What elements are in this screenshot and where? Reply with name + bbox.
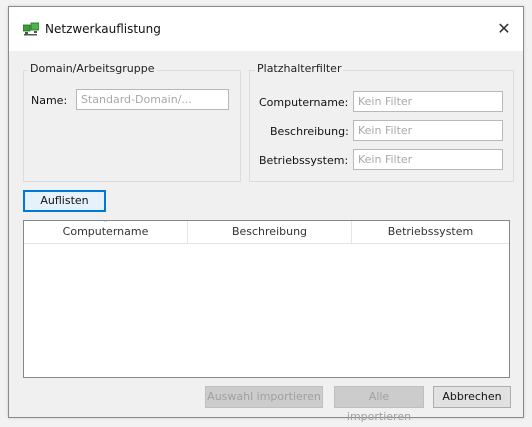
description-filter-input[interactable] [353, 120, 503, 141]
wildcard-filter-group-title: Platzhalterfilter [255, 62, 344, 75]
sort-indicator-icon: ⌃ [102, 219, 109, 227]
computername-label: Computername: [259, 96, 349, 109]
os-label: Betriebssystem: [259, 154, 349, 167]
column-header-computername[interactable]: ⌃ Computername [24, 219, 188, 243]
import-all-button[interactable]: Alle importieren [334, 386, 424, 423]
network-enumeration-dialog: Netzwerkauflistung ✕ Domain/Arbeitsgrupp… [8, 6, 524, 423]
computername-filter-input[interactable] [353, 91, 503, 112]
domain-group [23, 70, 241, 182]
list-header: ⌃ Computername Beschreibung Betriebssyst… [24, 219, 509, 244]
os-filter-input[interactable] [353, 149, 503, 170]
close-button[interactable]: ✕ [491, 17, 517, 41]
column-header-os[interactable]: Betriebssystem [352, 221, 509, 243]
network-computers-icon [22, 22, 40, 36]
list-button[interactable]: Auflisten [23, 190, 106, 212]
column-header-label: Betriebssystem [387, 225, 474, 238]
description-label: Beschreibung: [270, 125, 349, 138]
title-bar: Netzwerkauflistung ✕ [9, 7, 523, 51]
column-header-label: Beschreibung [231, 225, 308, 238]
domain-group-title: Domain/Arbeitsgruppe [28, 62, 157, 75]
name-label: Name: [31, 94, 68, 107]
domain-name-input[interactable] [76, 89, 229, 110]
column-header-description[interactable]: Beschreibung [188, 221, 352, 243]
import-selected-button[interactable]: Auswahl importieren [205, 386, 323, 408]
window-title: Netzwerkauflistung [45, 22, 161, 36]
close-icon: ✕ [497, 19, 511, 38]
results-list[interactable]: ⌃ Computername Beschreibung Betriebssyst… [23, 220, 510, 378]
cancel-button[interactable]: Abbrechen [433, 386, 511, 408]
